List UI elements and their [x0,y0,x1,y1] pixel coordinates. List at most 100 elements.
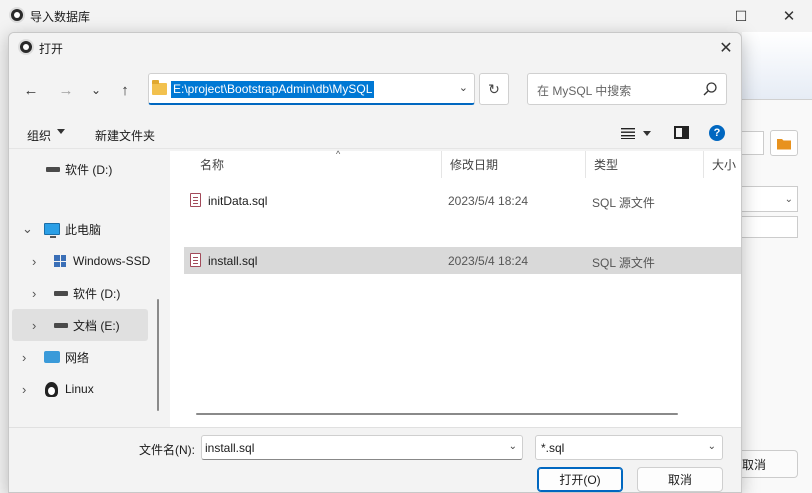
caret-down-icon[interactable] [643,131,651,136]
tree-item-network[interactable]: › 网络 [9,341,147,373]
tree-item-label: Linux [65,382,94,396]
file-type: SQL 源文件 [592,256,655,270]
filetype-select[interactable]: *.sql ⌄ [535,435,723,460]
dialog-title: 打开 [39,42,64,56]
column-size[interactable]: 大小 [704,151,741,178]
organize-button[interactable]: 组织 [27,127,51,144]
maximize-icon[interactable]: ☐ [718,0,764,32]
caret-down-icon [57,129,65,134]
nav-scrollbar[interactable] [157,299,159,411]
tree-item-label: 软件 (D:) [73,286,121,301]
column-date[interactable]: 修改日期 [442,151,586,178]
filename-input[interactable]: install.sql ⌄ [201,435,523,460]
file-name: install.sql [208,254,258,268]
column-label: 大小 [712,158,737,172]
address-bar[interactable]: E:\project\BootstrapAdmin\db\MySQL ⌄ [148,73,475,105]
file-row-selected[interactable]: install.sql 2023/5/4 18:24 SQL 源文件 [184,247,741,274]
arrow-right-icon: → [58,81,74,99]
chevron-right-icon[interactable]: › [32,318,36,333]
parent-title: 导入数据库 [30,10,91,24]
search-icon[interactable] [702,81,718,97]
app-icon [9,7,25,23]
tree-item-label: 文档 (E:) [73,318,120,333]
file-date: 2023/5/4 18:24 [448,254,529,268]
open-button[interactable]: 打开(O) [537,467,623,492]
cancel-button[interactable]: 取消 [637,467,723,492]
folder-icon [152,80,167,95]
search-placeholder: 在 MySQL 中搜索 [537,84,632,98]
folder-icon [777,138,791,149]
column-header: 名称 ^ 修改日期 类型 大小 [170,149,741,178]
horizontal-scrollbar[interactable] [196,413,678,415]
chevron-down-icon: ⌄ [707,441,716,452]
open-file-dialog: 打开 ✕ ← → ⌄ ↑ E:\project\BootstrapAdmin\d… [8,32,742,493]
parent-input[interactable] [742,216,798,238]
network-icon [44,351,60,363]
parent-cancel-button[interactable]: 取消 [742,450,798,478]
parent-combo[interactable]: ⌄ [742,186,798,212]
forward-button[interactable]: → [53,77,79,103]
chevron-down-icon: ⌄ [90,83,102,97]
tree-item-windows-ssd[interactable]: › Windows-SSD [9,245,150,277]
filename-label: 文件名(N): [139,443,195,457]
column-label: 类型 [594,158,619,172]
column-name[interactable]: 名称 ^ [192,149,442,178]
arrow-left-icon: ← [23,81,39,99]
chevron-right-icon[interactable]: › [32,254,36,269]
dialog-titlebar: 打开 ✕ [9,33,741,63]
file-list: 名称 ^ 修改日期 类型 大小 initData.sql 2023/5/4 18… [170,149,741,427]
chevron-right-icon[interactable]: › [22,382,26,397]
command-bar: 组织 新建文件夹 ? [9,119,741,149]
parent-path-input[interactable] [742,131,764,155]
dialog-close-button[interactable]: ✕ [709,33,741,63]
tree-item-software-d[interactable]: › 软件 (D:) [9,277,147,309]
drive-icon [46,166,60,172]
refresh-icon: ↻ [488,80,500,97]
navigation-pane: 软件 (D:) ⌄ 此电脑 › Windows-SSD › 软件 (D:) › … [9,151,159,427]
windows-icon [54,255,66,267]
filetype-value: *.sql [541,441,565,455]
arrow-up-icon: ↑ [121,81,129,99]
filename-value: install.sql [205,441,255,455]
address-path[interactable]: E:\project\BootstrapAdmin\db\MySQL [171,81,375,98]
dialog-footer: 文件名(N): install.sql ⌄ *.sql ⌄ 打开(O) 取消 [9,427,741,492]
tree-item-docs-e[interactable]: › 文档 (E:) [12,309,148,341]
tree-item-label: 此电脑 [65,222,102,237]
recent-locations-button[interactable]: ⌄ [83,77,109,103]
help-icon[interactable]: ? [709,125,725,141]
sort-ascending-icon: ^ [336,149,341,159]
drive-icon [54,290,68,296]
chevron-down-icon[interactable]: ⌄ [22,221,33,237]
back-button[interactable]: ← [18,77,44,103]
file-row[interactable]: initData.sql 2023/5/4 18:24 SQL 源文件 [184,187,741,214]
chevron-right-icon[interactable]: › [32,286,36,301]
parent-panel [742,32,812,493]
file-type: SQL 源文件 [592,196,655,210]
chevron-down-icon[interactable]: ⌄ [459,81,468,94]
tree-item-this-pc[interactable]: ⌄ 此电脑 [9,213,147,245]
preview-pane-icon[interactable] [674,126,689,139]
close-icon: ✕ [719,40,733,57]
column-label: 修改日期 [450,158,499,172]
search-input[interactable]: 在 MySQL 中搜索 [527,73,727,105]
linux-icon [45,381,58,397]
column-type[interactable]: 类型 [586,151,704,178]
sql-file-icon [190,253,201,267]
tree-item-linux[interactable]: › Linux [9,373,147,405]
view-options-icon[interactable] [621,127,635,139]
parent-browse-button[interactable] [770,130,798,156]
chevron-right-icon[interactable]: › [22,350,26,365]
pc-icon [44,223,60,238]
chevron-down-icon[interactable]: ⌄ [509,441,517,452]
file-date: 2023/5/4 18:24 [448,194,529,208]
sql-file-icon [190,193,201,207]
up-button[interactable]: ↑ [112,77,138,103]
file-name: initData.sql [208,194,268,208]
new-folder-button[interactable]: 新建文件夹 [95,127,155,144]
tree-item-label: 软件 (D:) [65,162,113,177]
drive-icon [54,322,68,328]
tree-item-software-d[interactable]: 软件 (D:) [9,153,147,185]
close-icon[interactable]: ✕ [766,0,812,32]
refresh-button[interactable]: ↻ [479,73,509,105]
chevron-down-icon: ⌄ [784,193,793,205]
